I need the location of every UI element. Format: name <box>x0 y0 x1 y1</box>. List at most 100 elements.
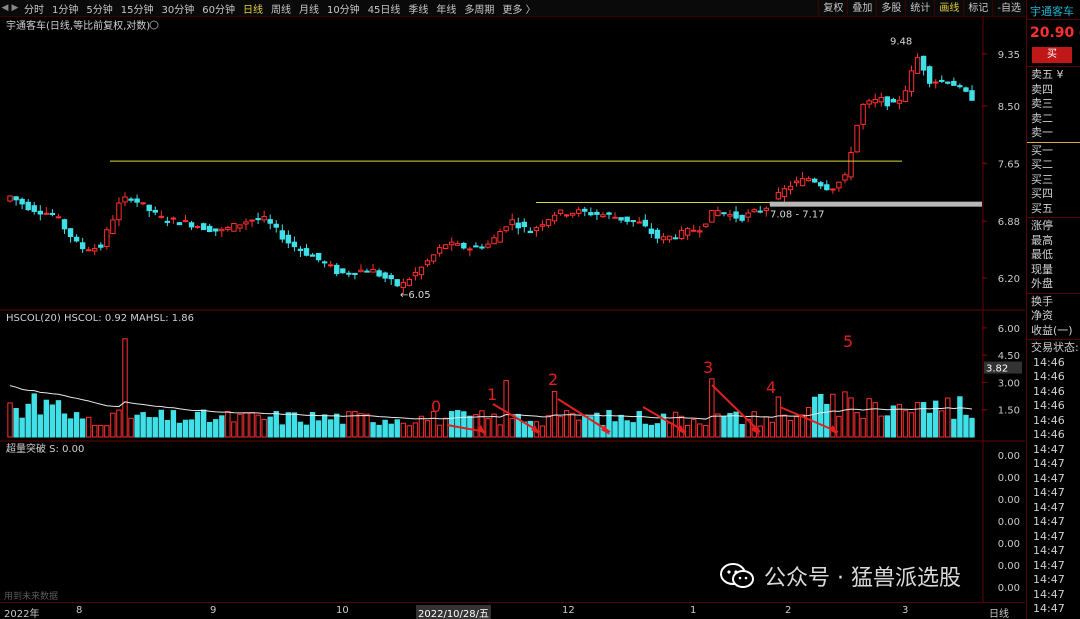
period-tab-14[interactable]: 更多 〉 <box>498 1 539 16</box>
candle-body <box>799 178 806 187</box>
trade-time-11: 14:47 <box>1033 515 1065 528</box>
period-tab-1[interactable]: 1分钟 <box>48 1 82 16</box>
toolbar-button-1[interactable]: 叠加 <box>847 0 876 17</box>
hscol-bar <box>636 411 642 438</box>
ask-label-4: 卖一 <box>1031 126 1053 139</box>
candle-body <box>624 216 630 222</box>
hscol-bar <box>963 414 969 438</box>
candle-body <box>7 195 13 202</box>
toolbar-button-6[interactable]: -自选 <box>992 0 1025 17</box>
hscol-tick-1: 4.50 <box>998 351 1020 362</box>
hscol-bar <box>424 420 431 438</box>
hscol-bar <box>297 421 304 438</box>
candle-body <box>842 174 848 181</box>
hscol-bar <box>473 414 479 438</box>
nav-left-icon[interactable]: ◀ <box>0 3 10 13</box>
date-label-0: 2022年 <box>4 609 40 619</box>
hscol-bar <box>25 403 31 438</box>
nav-right-icon[interactable]: ▶ <box>10 3 20 13</box>
candle-body <box>860 103 866 125</box>
candle-body <box>176 222 183 226</box>
hscol-bar <box>775 396 782 438</box>
hscol-bar <box>787 420 794 438</box>
hscol-bar <box>164 419 171 438</box>
candle-body <box>672 237 679 240</box>
hscol-bar <box>576 419 582 438</box>
candle-body <box>636 221 642 224</box>
hscol-bar <box>491 413 497 438</box>
candle-body <box>352 272 358 276</box>
hscol-bar <box>140 412 146 438</box>
candle-body <box>442 244 449 250</box>
hscol-bar <box>721 416 727 438</box>
hscol-bar <box>49 404 56 438</box>
candle-body <box>376 270 382 277</box>
period-tab-2[interactable]: 5分钟 <box>82 1 116 16</box>
period-tab-0[interactable]: 分时 <box>20 1 48 16</box>
toolbar-button-2[interactable]: 多股 <box>876 0 905 17</box>
candle-body <box>551 214 558 222</box>
hscol-bar <box>890 405 897 438</box>
period-tab-12[interactable]: 年线 <box>432 1 460 16</box>
hscol-tick-0: 6.00 <box>998 324 1020 335</box>
toolbar-button-4[interactable]: 画线 <box>934 0 963 17</box>
hscol-bar <box>249 411 255 438</box>
candle-body <box>382 272 388 279</box>
toolbar-button-0[interactable]: 复权 <box>818 0 847 17</box>
candle-body <box>182 220 189 223</box>
candle-body <box>945 81 951 84</box>
period-tab-5[interactable]: 60分钟 <box>198 1 239 16</box>
candle-body <box>170 217 177 220</box>
candle-body <box>104 229 110 247</box>
candle-body <box>122 196 128 203</box>
misc-list: 换手 净资 收益(一) <box>1027 295 1080 339</box>
candle-body <box>13 196 19 201</box>
period-tab-4[interactable]: 30分钟 <box>157 1 198 16</box>
candle-body <box>86 249 92 252</box>
stats-list: 涨停 最高 最低 现量 外盘 <box>1027 219 1080 292</box>
toolbar-button-3[interactable]: 统计 <box>905 0 934 17</box>
candle-body <box>358 269 364 273</box>
hscol-bar <box>237 413 243 438</box>
period-tab-13[interactable]: 多周期 <box>460 1 498 16</box>
hscol-bar <box>551 391 558 438</box>
quote-panel: 宇通客车 20.90 0 买 卖五 ¥卖四卖三卖二卖一 买一买二买三买四买五 涨… <box>1026 0 1080 619</box>
period-tab-10[interactable]: 45日线 <box>364 1 405 16</box>
buy-button[interactable]: 买 <box>1032 47 1072 63</box>
hscol-bar <box>624 420 630 438</box>
candle-body <box>309 254 316 257</box>
date-label-5: 12 <box>562 605 575 616</box>
candle-body <box>703 223 709 228</box>
hscol-bar <box>908 412 915 438</box>
period-tab-9[interactable]: 10分钟 <box>323 1 364 16</box>
chart-area[interactable]: 9.35 8.50 7.65 6.88 6.20 9.48 ←6.05 7.08 - 7.17… <box>0 17 1025 602</box>
candle-body <box>194 226 201 229</box>
wave-number-4: 4 <box>766 378 776 397</box>
hscol-bar <box>703 425 709 438</box>
kline-chart[interactable]: 9.35 8.50 7.65 6.88 6.20 9.48 ←6.05 7.08 - 7.17… <box>0 17 1025 602</box>
period-tab-6[interactable]: 日线 <box>239 1 267 16</box>
hscol-bar <box>291 412 298 438</box>
watermark-text: 公众号 · 猛兽派选股 <box>764 566 961 591</box>
candle-body <box>721 212 727 215</box>
candle-body <box>600 214 606 218</box>
hscol-bar <box>31 393 37 438</box>
candle-body <box>830 188 836 191</box>
candle-body <box>340 268 346 274</box>
hscol-bar <box>793 416 800 438</box>
candle-body <box>231 223 237 232</box>
trade-time-16: 14:47 <box>1033 587 1065 601</box>
candle-body <box>787 185 794 191</box>
toolbar-button-5[interactable]: 标记 <box>963 0 992 17</box>
hscol-bar <box>436 424 443 438</box>
period-tab-11[interactable]: 季线 <box>404 1 432 16</box>
hscol-bar <box>170 410 177 438</box>
candle-body <box>957 85 963 88</box>
period-tab-3[interactable]: 15分钟 <box>117 1 158 16</box>
signal-tick-0: 0.00 <box>998 451 1020 462</box>
hscol-bar <box>406 425 413 438</box>
period-tab-7[interactable]: 周线 <box>267 1 295 16</box>
period-tab-8[interactable]: 月线 <box>295 1 323 16</box>
hscol-bar <box>255 414 261 438</box>
candle-body <box>497 231 503 243</box>
